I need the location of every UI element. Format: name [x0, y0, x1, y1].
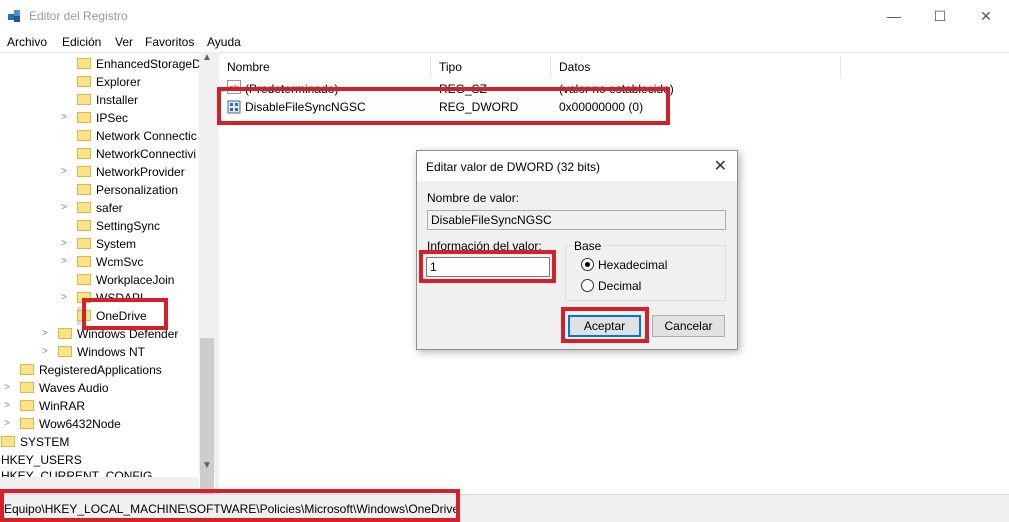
folder-icon [77, 310, 91, 321]
menu-edicion[interactable]: Edición [62, 35, 101, 49]
value-row-selected[interactable]: DisableFileSyncNGSC REG_DWORD 0x00000000… [219, 98, 841, 116]
chevron-right-icon[interactable]: > [4, 397, 14, 415]
hexadecimal-label[interactable]: Hexadecimal [598, 258, 667, 272]
folder-icon [77, 112, 91, 123]
status-bar: Equipo\HKEY_LOCAL_MACHINE\SOFTWARE\Polic… [0, 494, 1009, 522]
menu-ayuda[interactable]: Ayuda [207, 35, 241, 49]
tree-item-selected[interactable]: OneDrive [77, 307, 147, 325]
chevron-right-icon[interactable]: > [4, 415, 14, 433]
chevron-right-icon[interactable]: > [61, 235, 71, 253]
folder-icon [77, 76, 91, 87]
registry-editor-icon [8, 10, 20, 22]
value-data: (valor no establecido) [559, 82, 674, 96]
folder-icon [77, 184, 91, 195]
menu-favoritos[interactable]: Favoritos [145, 35, 194, 49]
scroll-down-icon[interactable]: ▼ [201, 460, 213, 471]
value-data: 0x00000000 (0) [559, 100, 644, 114]
title-bar: Editor del Registro — ☐ ✕ [0, 0, 1009, 32]
folder-icon [1, 436, 15, 447]
binary-value-icon [227, 100, 241, 114]
folder-icon [77, 148, 91, 159]
base-groupbox [565, 245, 726, 301]
scroll-up-icon[interactable]: ▲ [201, 52, 213, 63]
registry-path: Equipo\HKEY_LOCAL_MACHINE\SOFTWARE\Polic… [4, 502, 460, 516]
cancel-button[interactable]: Cancelar [652, 315, 725, 337]
folder-icon [58, 346, 72, 357]
tree-horizontal-scrollbar[interactable] [0, 477, 199, 494]
base-label: Base [572, 239, 604, 253]
minimize-button[interactable]: — [871, 0, 917, 32]
decimal-radio[interactable] [581, 279, 594, 292]
chevron-right-icon[interactable]: > [61, 109, 71, 127]
folder-icon [20, 382, 34, 393]
menu-archivo[interactable]: Archivo [7, 35, 47, 49]
folder-icon [77, 166, 91, 177]
folder-icon [77, 274, 91, 285]
value-data-input[interactable]: 1 [426, 257, 550, 277]
folder-icon [20, 400, 34, 411]
string-value-icon: ab [227, 80, 241, 94]
tree-vertical-scrollbar[interactable]: ▲ ▼ [199, 52, 215, 504]
chevron-right-icon[interactable]: > [61, 253, 71, 271]
dialog-title: Editar valor de DWORD (32 bits) [426, 160, 601, 174]
column-header-nombre[interactable]: Nombre [219, 56, 431, 78]
chevron-right-icon[interactable]: > [61, 289, 71, 307]
chevron-right-icon[interactable]: > [61, 199, 71, 217]
scrollbar-thumb[interactable] [200, 338, 214, 504]
edit-dword-dialog: Editar valor de DWORD (32 bits) ✕ Nombre… [416, 150, 738, 350]
chevron-right-icon[interactable]: > [42, 343, 52, 361]
value-row[interactable]: ab (Predeterminado) REG_SZ (valor no est… [219, 80, 841, 98]
chevron-right-icon[interactable]: > [4, 379, 14, 397]
accept-button[interactable]: Aceptar [568, 315, 641, 337]
folder-icon [20, 418, 34, 429]
window-title: Editor del Registro [29, 9, 128, 23]
folder-icon [77, 292, 91, 303]
key-tree[interactable]: EnhancedStorageD Explorer Installer > IPS… [0, 52, 215, 495]
column-header-tipo[interactable]: Tipo [431, 56, 551, 78]
dialog-close-icon[interactable]: ✕ [714, 156, 727, 176]
maximize-button[interactable]: ☐ [917, 0, 963, 32]
folder-icon [77, 58, 91, 69]
folder-icon [77, 238, 91, 249]
menu-bar: Archivo Edición Ver Favoritos Ayuda [0, 32, 1009, 52]
folder-icon [77, 256, 91, 267]
value-name-label: Nombre de valor: [427, 191, 520, 205]
value-data-label: Información del valor: [427, 239, 542, 253]
value-name: DisableFileSyncNGSC [245, 100, 366, 114]
value-name-field: DisableFileSyncNGSC [427, 210, 726, 230]
folder-icon [77, 94, 91, 105]
hexadecimal-radio[interactable] [581, 258, 594, 271]
value-type: REG_DWORD [439, 100, 519, 114]
folder-icon [20, 364, 34, 375]
folder-icon [77, 202, 91, 213]
chevron-right-icon[interactable]: > [61, 163, 71, 181]
close-button[interactable]: ✕ [963, 0, 1009, 32]
menu-ver[interactable]: Ver [115, 35, 133, 49]
dialog-title-bar: Editar valor de DWORD (32 bits) ✕ [417, 151, 737, 181]
decimal-label[interactable]: Decimal [598, 279, 641, 293]
folder-icon [77, 220, 91, 231]
value-name: (Predeterminado) [245, 82, 339, 96]
folder-icon [58, 328, 72, 339]
column-header-datos[interactable]: Datos [551, 56, 841, 78]
chevron-right-icon[interactable]: > [42, 325, 52, 343]
value-type: REG_SZ [439, 82, 488, 96]
folder-icon [77, 130, 91, 141]
